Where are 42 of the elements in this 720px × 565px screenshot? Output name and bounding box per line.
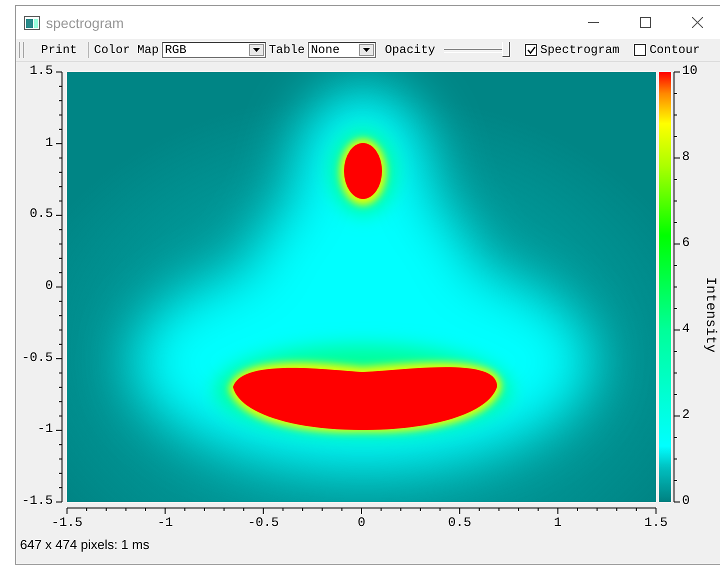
slider-handle[interactable]: [502, 42, 510, 57]
table-dropdown[interactable]: None: [308, 42, 376, 58]
status-text: 647 x 474 pixels: 1 ms: [19, 536, 150, 554]
maximize-icon: [640, 17, 650, 28]
window-title: spectrogram: [46, 14, 125, 30]
checkbox-label: Contour: [649, 43, 700, 57]
tick-label: 0: [358, 515, 366, 530]
table-label: Table: [268, 43, 305, 57]
tick-label: 2: [682, 407, 690, 422]
opacity-label: Opacity: [384, 43, 436, 57]
checkbox-label: Spectrogram: [540, 43, 620, 57]
tick-label: 1.5: [644, 515, 668, 530]
tick-label: 8: [682, 149, 690, 164]
dropdown-arrow-icon: [252, 48, 260, 52]
peak-region: [344, 143, 382, 199]
tick-label: 1.5: [30, 63, 53, 78]
tick-label: 0.5: [448, 515, 472, 530]
tick-label: -0.5: [22, 350, 53, 365]
tick-label: 1: [45, 134, 53, 150]
dropdown-arrow-icon: [362, 48, 370, 52]
tick-label: 4: [682, 321, 690, 336]
print-button[interactable]: Print: [35, 43, 84, 57]
tick-label: -0.5: [248, 515, 279, 530]
tick-label: 6: [682, 235, 690, 250]
tick-label: 1: [554, 515, 562, 530]
tick-label: 0.5: [30, 206, 53, 222]
opacity-slider[interactable]: [444, 41, 510, 59]
checkbox[interactable]: [634, 44, 646, 56]
tick-label: -1.5: [22, 493, 53, 508]
app-icon: [24, 16, 40, 30]
tick-label: -1: [37, 421, 53, 436]
tick-label: -1.5: [51, 515, 83, 530]
color-map-label: Color Map: [94, 43, 159, 57]
color-bar-title: Intensity: [702, 277, 718, 353]
color-map-dropdown[interactable]: RGB: [162, 42, 266, 58]
tick-label: -1: [157, 515, 173, 530]
checkbox[interactable]: [525, 44, 538, 56]
minimize-icon: [588, 22, 598, 23]
tick-label: 0: [45, 278, 53, 293]
close-icon: [692, 17, 702, 28]
tick-label: 0: [682, 493, 690, 508]
tick-label: 10: [682, 63, 698, 78]
